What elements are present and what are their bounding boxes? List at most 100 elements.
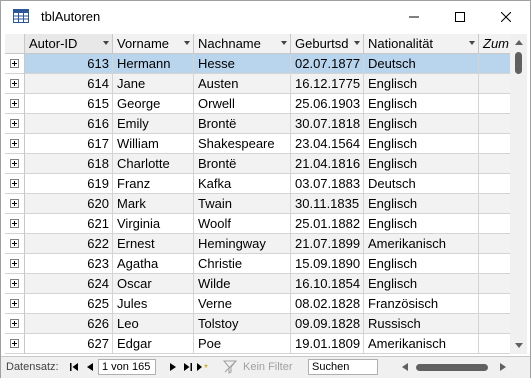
cell-id[interactable]: 620 <box>25 194 113 214</box>
cell-nation[interactable]: Amerikanisch <box>364 234 479 254</box>
cell-id[interactable]: 617 <box>25 134 113 154</box>
expand-plus-icon[interactable] <box>10 219 19 228</box>
column-header-geburt[interactable]: Geburtsd <box>291 34 364 54</box>
cell-extra[interactable] <box>479 254 510 274</box>
filter-icon[interactable] <box>222 360 238 377</box>
cell-extra[interactable] <box>479 274 510 294</box>
vertical-scrollbar[interactable] <box>510 34 527 354</box>
cell-nachname[interactable]: Brontë <box>194 154 291 174</box>
cell-nation[interactable]: Englisch <box>364 214 479 234</box>
resize-grip[interactable] <box>513 359 528 375</box>
cell-geburt[interactable]: 25.06.1903 <box>291 94 364 114</box>
new-record-button[interactable]: * <box>197 360 211 374</box>
cell-nachname[interactable]: Hesse <box>194 54 291 74</box>
close-button[interactable] <box>483 1 529 33</box>
expand-plus-icon[interactable] <box>10 139 19 148</box>
cell-extra[interactable] <box>479 334 510 354</box>
scroll-down-arrow[interactable] <box>510 337 527 354</box>
cell-extra[interactable] <box>479 174 510 194</box>
cell-vorname[interactable]: Emily <box>113 114 194 134</box>
cell-vorname[interactable]: William <box>113 134 194 154</box>
record-selector[interactable] <box>5 94 25 114</box>
table-row[interactable]: 627 Edgar Poe 19.01.1809 Amerikanisch <box>5 334 510 354</box>
cell-nachname[interactable]: Kafka <box>194 174 291 194</box>
cell-id[interactable]: 623 <box>25 254 113 274</box>
cell-extra[interactable] <box>479 314 510 334</box>
cell-id[interactable]: 621 <box>25 214 113 234</box>
table-row[interactable]: 613 Hermann Hesse 02.07.1877 Deutsch <box>5 54 510 74</box>
column-header-extra[interactable]: Zum <box>479 34 510 54</box>
minimize-button[interactable] <box>391 1 437 33</box>
first-record-button[interactable] <box>67 360 81 374</box>
column-header-vorname[interactable]: Vorname <box>113 34 194 54</box>
search-input[interactable]: Suchen <box>308 359 378 375</box>
record-selector[interactable] <box>5 334 25 354</box>
cell-geburt[interactable]: 21.07.1899 <box>291 234 364 254</box>
cell-id[interactable]: 616 <box>25 114 113 134</box>
cell-nachname[interactable]: Brontë <box>194 114 291 134</box>
select-all-corner[interactable] <box>5 34 25 54</box>
cell-geburt[interactable]: 16.10.1854 <box>291 274 364 294</box>
expand-plus-icon[interactable] <box>10 299 19 308</box>
table-row[interactable]: 620 Mark Twain 30.11.1835 Englisch <box>5 194 510 214</box>
horizontal-scroll-thumb[interactable] <box>416 364 488 371</box>
cell-geburt[interactable]: 19.01.1809 <box>291 334 364 354</box>
cell-geburt[interactable]: 30.07.1818 <box>291 114 364 134</box>
cell-extra[interactable] <box>479 194 510 214</box>
record-selector[interactable] <box>5 274 25 294</box>
column-header-id[interactable]: Autor-ID <box>25 34 113 54</box>
cell-id[interactable]: 624 <box>25 274 113 294</box>
cell-nachname[interactable]: Wilde <box>194 274 291 294</box>
sort-dropdown-icon[interactable] <box>184 41 190 45</box>
cell-nachname[interactable]: Verne <box>194 294 291 314</box>
table-row[interactable]: 625 Jules Verne 08.02.1828 Französisch <box>5 294 510 314</box>
cell-geburt[interactable]: 15.09.1890 <box>291 254 364 274</box>
expand-plus-icon[interactable] <box>10 319 19 328</box>
cell-vorname[interactable]: Virginia <box>113 214 194 234</box>
cell-extra[interactable] <box>479 94 510 114</box>
table-row[interactable]: 619 Franz Kafka 03.07.1883 Deutsch <box>5 174 510 194</box>
record-selector[interactable] <box>5 234 25 254</box>
record-selector[interactable] <box>5 214 25 234</box>
record-selector[interactable] <box>5 194 25 214</box>
table-row[interactable]: 626 Leo Tolstoy 09.09.1828 Russisch <box>5 314 510 334</box>
column-header-nation[interactable]: Nationalität <box>364 34 479 54</box>
cell-vorname[interactable]: Leo <box>113 314 194 334</box>
record-selector[interactable] <box>5 174 25 194</box>
cell-geburt[interactable]: 30.11.1835 <box>291 194 364 214</box>
cell-nachname[interactable]: Woolf <box>194 214 291 234</box>
cell-nation[interactable]: Englisch <box>364 134 479 154</box>
cell-extra[interactable] <box>479 54 510 74</box>
cell-nachname[interactable]: Orwell <box>194 94 291 114</box>
cell-extra[interactable] <box>479 74 510 94</box>
next-record-button[interactable] <box>166 360 180 374</box>
expand-plus-icon[interactable] <box>10 199 19 208</box>
cell-geburt[interactable]: 16.12.1775 <box>291 74 364 94</box>
cell-vorname[interactable]: Ernest <box>113 234 194 254</box>
expand-plus-icon[interactable] <box>10 339 19 348</box>
table-row[interactable]: 624 Oscar Wilde 16.10.1854 Englisch <box>5 274 510 294</box>
sort-dropdown-icon[interactable] <box>469 41 475 45</box>
cell-extra[interactable] <box>479 234 510 254</box>
cell-vorname[interactable]: George <box>113 94 194 114</box>
cell-extra[interactable] <box>479 134 510 154</box>
expand-plus-icon[interactable] <box>10 279 19 288</box>
maximize-button[interactable] <box>437 1 483 33</box>
record-selector[interactable] <box>5 114 25 134</box>
cell-id[interactable]: 625 <box>25 294 113 314</box>
expand-plus-icon[interactable] <box>10 99 19 108</box>
expand-plus-icon[interactable] <box>10 179 19 188</box>
cell-nachname[interactable]: Hemingway <box>194 234 291 254</box>
scroll-up-arrow[interactable] <box>510 34 527 51</box>
cell-nation[interactable]: Englisch <box>364 94 479 114</box>
cell-nation[interactable]: Deutsch <box>364 174 479 194</box>
table-row[interactable]: 618 Charlotte Brontë 21.04.1816 Englisch <box>5 154 510 174</box>
cell-nation[interactable]: Englisch <box>364 194 479 214</box>
cell-geburt[interactable]: 23.04.1564 <box>291 134 364 154</box>
filter-status[interactable]: Kein Filter <box>243 361 293 373</box>
record-selector[interactable] <box>5 154 25 174</box>
cell-vorname[interactable]: Mark <box>113 194 194 214</box>
cell-id[interactable]: 627 <box>25 334 113 354</box>
cell-nation[interactable]: Englisch <box>364 114 479 134</box>
cell-extra[interactable] <box>479 294 510 314</box>
